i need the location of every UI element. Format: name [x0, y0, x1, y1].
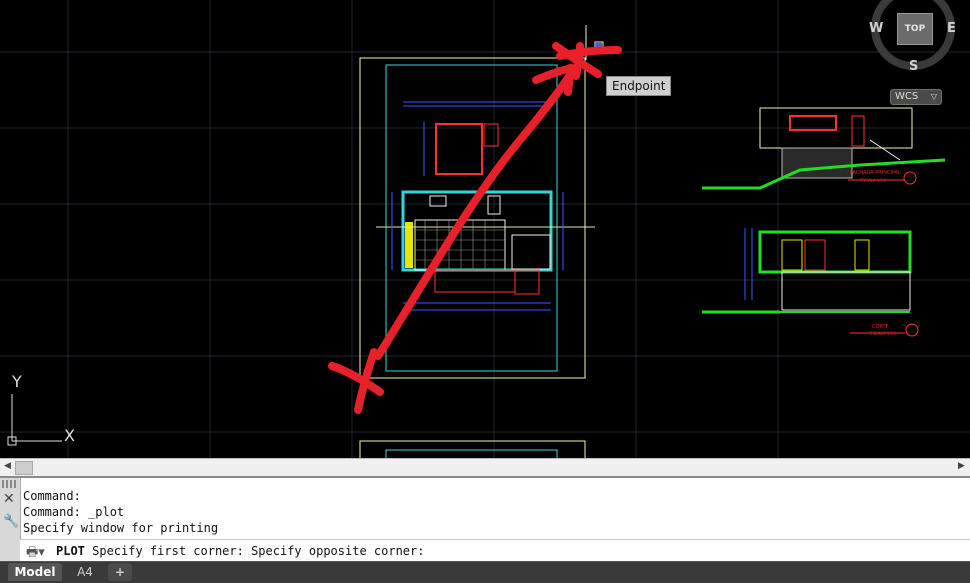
compass-south[interactable]: S — [909, 59, 918, 74]
compass-east[interactable]: E — [947, 21, 956, 36]
ucs-y-label: Y — [12, 372, 22, 391]
prompt-text: Specify first corner: Specify opposite c… — [84, 544, 425, 558]
history-line: Command: _plot — [23, 505, 125, 519]
tab-model[interactable]: Model — [8, 563, 62, 581]
customize-wrench-icon[interactable]: 🔧 — [3, 514, 19, 529]
chevron-down-icon: ▽ — [930, 92, 937, 101]
history-line: Command: — [23, 489, 81, 503]
model-space-canvas[interactable] — [0, 0, 970, 458]
compass-west[interactable]: W — [869, 21, 883, 36]
drawing-viewport[interactable]: FACHADA PRINCIPAL ESCALA 1/50 CORTE ESCA… — [0, 0, 970, 458]
elevation-title: FACHADA PRINCIPAL — [850, 170, 901, 176]
command-input[interactable]: 🖶▾ PLOT Specify first corner: Specify op… — [20, 539, 970, 562]
ucs-x-label: X — [64, 426, 75, 445]
tab-a4[interactable]: A4 — [68, 563, 102, 581]
ucs-icon — [7, 394, 62, 446]
add-layout-button[interactable]: + — [108, 563, 132, 581]
viewcube-top-face[interactable]: TOP — [897, 13, 933, 45]
wcs-label: WCS — [895, 91, 919, 102]
osnap-tooltip: Endpoint — [606, 76, 672, 96]
layout-tabs: Model A4 + — [0, 561, 970, 583]
wcs-menu[interactable]: WCS ▽ — [890, 89, 942, 105]
prompt-command: PLOT — [56, 544, 85, 558]
building-section[interactable] — [702, 228, 919, 337]
command-line-panel[interactable]: ✕ 🔧 Command: Command: _plot Specify window… — [0, 476, 970, 563]
command-panel-sidebar: ✕ 🔧 — [0, 478, 21, 563]
scroll-left-icon[interactable]: ◀ — [4, 461, 11, 471]
command-prompt[interactable]: PLOT Specify first corner: Specify oppos… — [56, 544, 424, 558]
panel-grip-icon[interactable] — [2, 480, 18, 488]
scroll-thumb[interactable] — [15, 461, 33, 475]
horizontal-scrollbar[interactable]: ◀ ▶ — [0, 458, 970, 476]
scroll-right-icon[interactable]: ▶ — [958, 461, 965, 471]
red-annotation — [328, 42, 622, 414]
close-icon[interactable]: ✕ — [3, 491, 15, 507]
history-line: Specify window for printing — [23, 521, 219, 535]
secondary-sheet[interactable] — [359, 440, 586, 458]
elevation-scale: ESCALA 1/50 — [860, 178, 886, 183]
front-elevation[interactable] — [702, 107, 946, 190]
section-title: CORTE — [872, 324, 889, 330]
command-history: Command: Command: _plot Specify window for… — [23, 488, 218, 536]
section-scale: ESCALA 1/50 — [870, 331, 896, 336]
